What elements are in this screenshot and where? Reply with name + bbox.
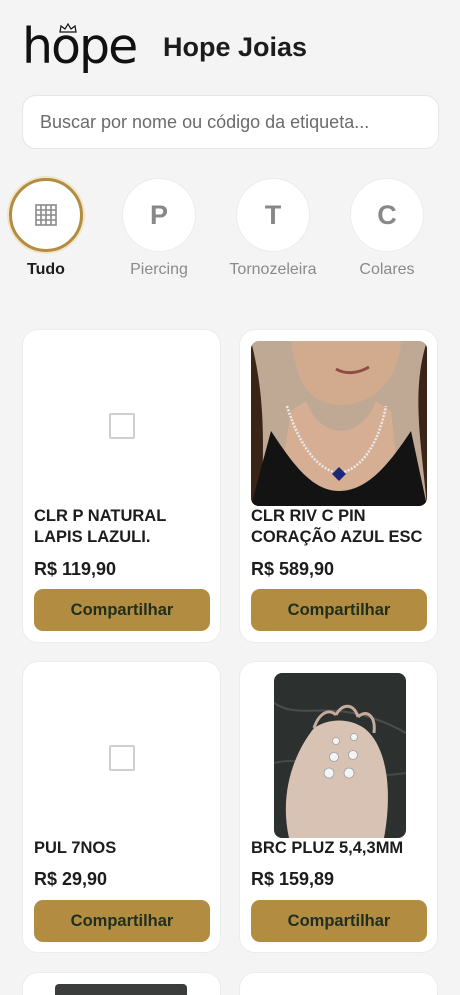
product-card[interactable]: BRC PLUZ 5,4,3MM R$ 159,89 Compartilhar [239,661,438,953]
share-button[interactable]: Compartilhar [251,900,427,942]
product-card[interactable]: CLR RIV C PIN CORAÇÃO AZUL ESC R$ 589,90… [239,329,438,643]
product-price: R$ 159,89 [251,869,335,889]
product-image [55,984,187,995]
category-label: Piercing [130,261,188,278]
product-name: PUL 7NOS [34,839,117,857]
image-placeholder-icon [109,745,135,771]
product-price: R$ 29,90 [34,869,108,889]
category-label: Colares [359,261,415,278]
category-circle [9,178,83,252]
grid-icon [35,204,57,226]
brand-name: Hope Joias [163,31,308,62]
share-button[interactable]: Compartilhar [251,589,427,631]
category-label: Tudo [27,261,65,278]
product-card[interactable] [239,972,438,995]
product-image [251,341,427,506]
share-button[interactable]: Compartilhar [34,900,210,942]
category-label: Tornozeleira [229,261,317,278]
category-tudo[interactable]: Tudo [0,176,96,279]
product-price: R$ 119,90 [34,559,117,579]
hope-logo[interactable]: hope [22,18,148,76]
category-tornozeleira[interactable]: T Tornozeleira [223,176,323,279]
woman-necklace-image [251,341,427,506]
share-button[interactable]: Compartilhar [34,589,210,631]
product-name: CLR RIV C PIN CORAÇÃO AZUL ESC [251,507,423,546]
earrings-on-hand-image [274,673,406,838]
category-colares[interactable]: C Colares [337,176,437,279]
product-image-placeholder [34,673,210,838]
category-circle: T [236,178,310,252]
product-image [274,673,406,838]
crown-icon [59,23,77,33]
product-price: R$ 589,90 [251,559,335,579]
image-placeholder-icon [109,413,135,439]
app-header: hope Hope Joias [22,18,442,76]
category-bar: Tudo P Piercing T Tornozeleira C Colares [0,176,460,286]
logo-text: hope [22,18,138,75]
product-card[interactable]: CLR P NATURAL LAPIS LAZULI. R$ 119,90 Co… [22,329,221,643]
product-card[interactable] [22,972,221,995]
product-image-placeholder [34,341,210,506]
product-name: CLR P NATURAL LAPIS LAZULI. [34,507,166,546]
category-piercing[interactable]: P Piercing [109,176,209,279]
search-input[interactable] [22,95,439,149]
product-card[interactable]: PUL 7NOS R$ 29,90 Compartilhar [22,661,221,953]
category-circle: C [350,178,424,252]
product-name: BRC PLUZ 5,4,3MM [251,839,404,857]
category-circle: P [122,178,196,252]
